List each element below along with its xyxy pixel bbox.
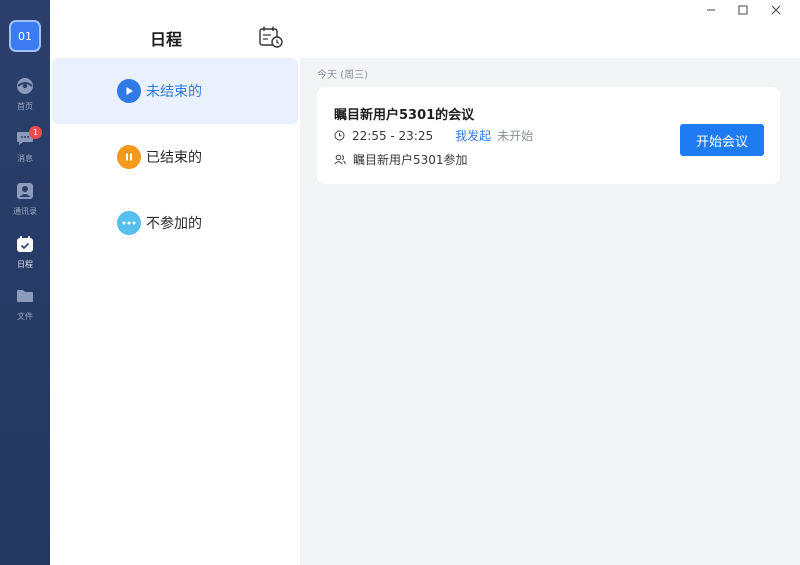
pause-icon xyxy=(117,145,141,169)
avatar[interactable]: 01 xyxy=(9,20,41,52)
folder-icon xyxy=(15,286,35,306)
meeting-card[interactable]: 瞩目新用户5301的会议 22:55 - 23:25 我发起 未开始 瞩目新用户… xyxy=(317,87,780,184)
nav-item-contacts[interactable]: 通讯录 xyxy=(0,181,50,229)
contacts-icon xyxy=(15,181,35,201)
play-icon xyxy=(117,79,141,103)
meeting-title: 瞩目新用户5301的会议 xyxy=(334,108,475,123)
minimize-icon xyxy=(707,9,715,11)
nav-label: 日程 xyxy=(17,260,33,269)
nav-item-files[interactable]: 文件 xyxy=(0,286,50,334)
schedule-category-panel: 日程 未结束的 已结束的 不参加的 xyxy=(50,0,300,565)
meeting-status: 未开始 xyxy=(497,129,534,143)
clock-icon xyxy=(334,130,345,141)
meeting-initiator: 我发起 xyxy=(455,129,492,143)
meeting-participants-row: 瞩目新用户5301参加 xyxy=(334,151,468,168)
minimize-button[interactable] xyxy=(700,2,722,18)
nav-label: 首页 xyxy=(17,102,33,111)
nav-label: 文件 xyxy=(17,312,33,321)
calendar-view-button[interactable] xyxy=(258,25,284,49)
category-unfinished[interactable]: 未结束的 xyxy=(52,58,298,124)
nav-rail: 01 首页 1 消息 通讯录 日程 文件 xyxy=(0,0,50,565)
calendar-clock-icon xyxy=(259,26,283,48)
category-label: 未结束的 xyxy=(146,84,202,100)
maximize-button[interactable] xyxy=(732,2,754,18)
calendar-icon xyxy=(15,234,35,254)
nav-label: 通讯录 xyxy=(13,207,37,216)
meeting-time: 22:55 - 23:25 xyxy=(352,128,434,143)
schedule-main: 今天 (周三) 瞩目新用户5301的会议 22:55 - 23:25 我发起 未… xyxy=(300,0,800,565)
unread-badge: 1 xyxy=(29,126,42,139)
nav-label: 消息 xyxy=(17,154,33,163)
more-icon xyxy=(117,211,141,235)
title-bar xyxy=(300,0,800,58)
meeting-participants: 瞩目新用户5301参加 xyxy=(353,153,468,167)
category-label: 已结束的 xyxy=(146,150,202,166)
nav-item-schedule[interactable]: 日程 xyxy=(0,234,50,282)
date-header: 今天 (周三) xyxy=(317,70,368,81)
category-label: 不参加的 xyxy=(146,216,202,232)
nav-item-home[interactable]: 首页 xyxy=(0,76,50,124)
close-icon xyxy=(771,5,781,15)
maximize-icon xyxy=(738,5,748,15)
panel-title: 日程 xyxy=(150,30,183,49)
start-meeting-button[interactable]: 开始会议 xyxy=(680,124,764,156)
category-not-attending[interactable]: 不参加的 xyxy=(52,190,298,256)
meeting-time-row: 22:55 - 23:25 我发起 未开始 xyxy=(334,127,533,144)
home-icon xyxy=(15,76,35,96)
category-finished[interactable]: 已结束的 xyxy=(52,124,298,190)
nav-item-messages[interactable]: 1 消息 xyxy=(0,126,50,176)
close-button[interactable] xyxy=(765,2,787,18)
participants-icon xyxy=(334,154,346,165)
